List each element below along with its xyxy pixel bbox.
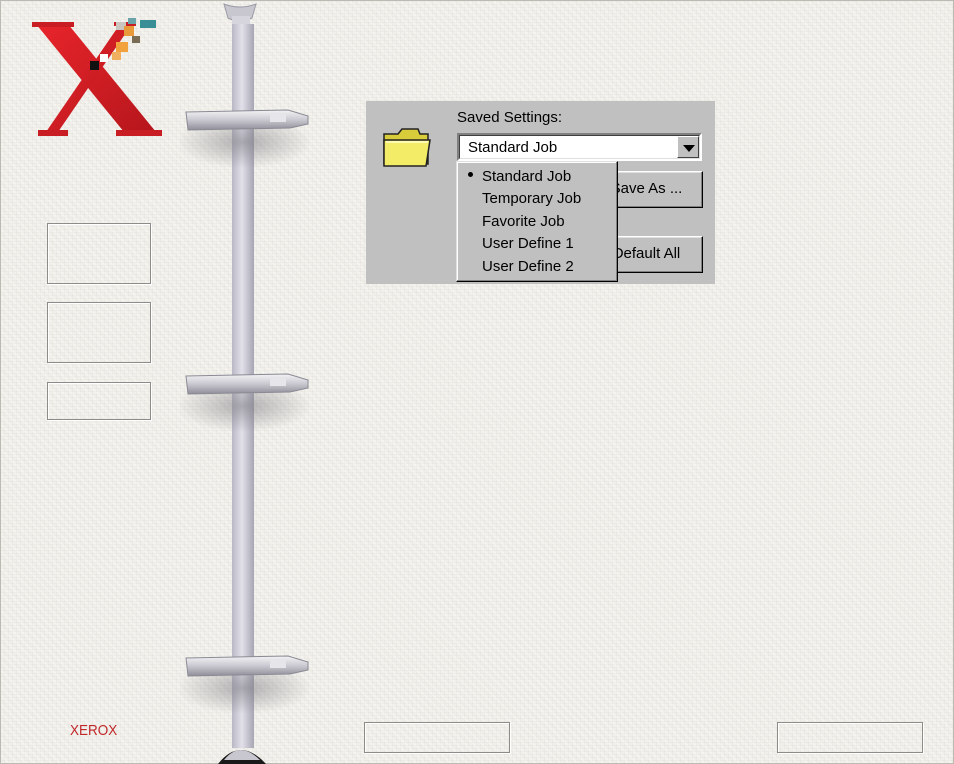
selected-bullet-icon [468,172,473,177]
bottom-button-2[interactable] [777,722,923,753]
nav-button-2[interactable] [47,302,151,363]
saved-settings-dropdown-list: Standard Job Temporary Job Favorite Job … [456,161,618,282]
dropdown-option[interactable]: Temporary Job [482,190,581,207]
dropdown-option[interactable]: Standard Job [482,168,571,185]
nav-button-3[interactable] [47,382,151,420]
selected-setting-value: Standard Job [468,139,558,156]
saved-settings-select[interactable]: Standard Job [457,133,702,161]
dropdown-option[interactable]: User Define 1 [482,235,574,252]
saved-settings-label: Saved Settings: [457,109,563,126]
xerox-wordmark: XEROX [70,722,118,739]
chevron-down-icon [683,145,695,152]
xerox-logo-icon [32,18,162,136]
bottom-button-1[interactable] [364,722,510,753]
dropdown-option[interactable]: Favorite Job [482,213,565,230]
dropdown-option[interactable]: User Define 2 [482,258,574,275]
folder-icon [383,128,431,167]
nav-button-1[interactable] [47,223,151,284]
dropdown-toggle-button[interactable] [677,136,699,158]
pole-with-shelves-graphic [180,3,312,764]
